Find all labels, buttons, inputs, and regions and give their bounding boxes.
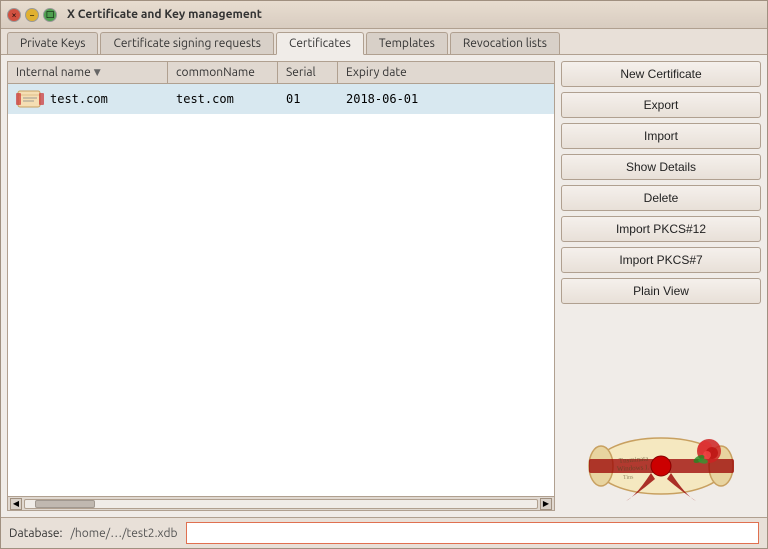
database-path: /home/…/test2.xdb bbox=[70, 527, 177, 540]
window-title: X Certificate and Key management bbox=[67, 8, 262, 21]
close-button[interactable]: × bbox=[7, 8, 21, 22]
new-certificate-button[interactable]: New Certificate bbox=[561, 61, 761, 87]
col-expiry[interactable]: Expiry date bbox=[338, 62, 554, 83]
maximize-button[interactable]: □ bbox=[43, 8, 57, 22]
certificate-table: Internal name ▼ commonName Serial Expiry… bbox=[7, 61, 555, 511]
tab-revocation[interactable]: Revocation lists bbox=[450, 32, 560, 54]
import-pkcs12-button[interactable]: Import PKCS#12 bbox=[561, 216, 761, 242]
plain-view-button[interactable]: Plain View bbox=[561, 278, 761, 304]
certificate-illustration: Tnsminata Windows I. Tins bbox=[561, 403, 761, 511]
minimize-button[interactable]: − bbox=[25, 8, 39, 22]
col-internal-name[interactable]: Internal name ▼ bbox=[8, 62, 168, 83]
content-area: Internal name ▼ commonName Serial Expiry… bbox=[1, 55, 767, 517]
col-common-name[interactable]: commonName bbox=[168, 62, 278, 83]
col-serial[interactable]: Serial bbox=[278, 62, 338, 83]
certificate-icon bbox=[16, 88, 44, 110]
export-button[interactable]: Export bbox=[561, 92, 761, 118]
tab-certificates[interactable]: Certificates bbox=[276, 32, 364, 55]
bottom-bar: Database: /home/…/test2.xdb bbox=[1, 517, 767, 548]
tab-bar: Private Keys Certificate signing request… bbox=[1, 29, 767, 55]
table-row[interactable]: test.com test.com 01 2018-06-01 bbox=[8, 84, 554, 114]
cell-internal-name: test.com bbox=[8, 86, 168, 112]
scroll-left-button[interactable]: ◀ bbox=[10, 498, 22, 510]
scroll-right-button[interactable]: ▶ bbox=[540, 498, 552, 510]
import-pkcs7-button[interactable]: Import PKCS#7 bbox=[561, 247, 761, 273]
svg-text:Windows I.: Windows I. bbox=[617, 463, 650, 473]
scroll-decoration-icon: Tnsminata Windows I. Tins bbox=[581, 411, 741, 511]
import-button[interactable]: Import bbox=[561, 123, 761, 149]
scrollbar-track[interactable] bbox=[24, 499, 538, 509]
cell-serial: 01 bbox=[278, 90, 338, 108]
database-label: Database: bbox=[9, 527, 62, 540]
table-body: test.com test.com 01 2018-06-01 bbox=[8, 84, 554, 496]
tab-csr[interactable]: Certificate signing requests bbox=[100, 32, 274, 54]
delete-button[interactable]: Delete bbox=[561, 185, 761, 211]
tab-private-keys[interactable]: Private Keys bbox=[7, 32, 98, 54]
tab-templates[interactable]: Templates bbox=[366, 32, 448, 54]
action-panel: New Certificate Export Import Show Detai… bbox=[561, 61, 761, 511]
show-details-button[interactable]: Show Details bbox=[561, 154, 761, 180]
horizontal-scrollbar[interactable]: ◀ ▶ bbox=[8, 496, 554, 510]
svg-text:Tins: Tins bbox=[623, 475, 634, 481]
scrollbar-thumb[interactable] bbox=[35, 500, 95, 508]
sort-arrow-icon: ▼ bbox=[94, 67, 101, 78]
database-input[interactable] bbox=[186, 522, 759, 544]
main-window: × − □ X Certificate and Key management P… bbox=[0, 0, 768, 549]
cell-common-name: test.com bbox=[168, 90, 278, 108]
window-controls: × − □ bbox=[7, 8, 57, 22]
table-header: Internal name ▼ commonName Serial Expiry… bbox=[8, 62, 554, 84]
titlebar: × − □ X Certificate and Key management bbox=[1, 1, 767, 29]
cell-expiry: 2018-06-01 bbox=[338, 90, 554, 108]
